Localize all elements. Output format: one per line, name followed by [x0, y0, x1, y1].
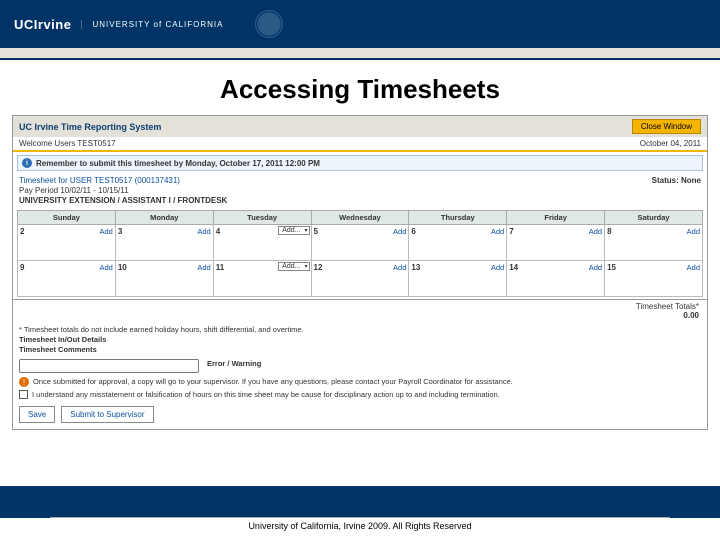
calendar-cell[interactable]: 10 Add [115, 261, 213, 297]
disclaimer-row: ! Once submitted for approval, a copy wi… [13, 375, 707, 389]
day-number: 5 [314, 227, 318, 236]
add-hours-link[interactable]: Add [491, 263, 504, 272]
day-number: 14 [509, 263, 518, 272]
seal-icon [239, 0, 299, 48]
add-hours-link[interactable]: Add [393, 263, 406, 272]
add-hours-dropdown[interactable]: Add... [278, 262, 309, 271]
day-number: 2 [20, 227, 24, 236]
comments-label: Timesheet Comments [19, 345, 701, 354]
add-hours-link[interactable]: Add [589, 263, 602, 272]
calendar-cell[interactable]: 12 Add [311, 261, 409, 297]
calendar-cell[interactable]: 8 Add [605, 225, 703, 261]
comments-select[interactable] [19, 359, 199, 373]
day-header: Friday [507, 211, 605, 225]
day-header: Tuesday [213, 211, 311, 225]
add-hours-link[interactable]: Add [197, 263, 210, 272]
totals-value: 0.00 [683, 311, 699, 320]
add-hours-link[interactable]: Add [687, 227, 700, 236]
current-date: October 04, 2011 [640, 139, 701, 148]
day-number: 15 [607, 263, 616, 272]
day-number: 6 [411, 227, 415, 236]
add-hours-link[interactable]: Add [491, 227, 504, 236]
brand-sub: UNIVERSITY of CALIFORNIA [81, 20, 223, 29]
calendar-cell[interactable]: 14 Add [507, 261, 605, 297]
inout-details-label: Timesheet In/Out Details [19, 335, 701, 344]
day-header: Wednesday [311, 211, 409, 225]
close-window-button[interactable]: Close Window [632, 119, 701, 134]
timesheet-for-link[interactable]: Timesheet for USER TEST0517 (000137431) [19, 176, 180, 185]
save-button[interactable]: Save [19, 406, 55, 423]
trs-system-name: UC Irvine Time Reporting System [19, 122, 161, 132]
day-number: 3 [118, 227, 122, 236]
warning-icon: ! [19, 377, 29, 387]
welcome-bar: Welcome Users TEST0517 October 04, 2011 [13, 137, 707, 152]
calendar-cell[interactable]: 11 Add... [213, 261, 311, 297]
calendar-cell[interactable]: 13 Add [409, 261, 507, 297]
day-number: 8 [607, 227, 611, 236]
day-header: Monday [115, 211, 213, 225]
add-hours-link[interactable]: Add [393, 227, 406, 236]
calendar-grid: SundayMondayTuesdayWednesdayThursdayFrid… [17, 210, 703, 297]
day-number: 13 [411, 263, 420, 272]
pay-period: Pay Period 10/02/11 - 10/15/11 [19, 186, 227, 195]
calendar-cell[interactable]: 3 Add [115, 225, 213, 261]
totals-footnote: * Timesheet totals do not include earned… [19, 325, 701, 334]
reminder-text: Remember to submit this timesheet by Mon… [36, 159, 320, 168]
calendar-cell[interactable]: 6 Add [409, 225, 507, 261]
error-warning-header: Error / Warning [207, 359, 261, 368]
info-icon: i [22, 158, 32, 168]
calendar-cell[interactable]: 5 Add [311, 225, 409, 261]
reminder-banner: i Remember to submit this timesheet by M… [17, 155, 703, 171]
status-label: Status: [652, 176, 679, 185]
day-number: 11 [216, 263, 224, 272]
day-number: 9 [20, 263, 24, 272]
trs-header: UC Irvine Time Reporting System Close Wi… [13, 116, 707, 137]
trs-screenshot: UC Irvine Time Reporting System Close Wi… [12, 115, 708, 430]
welcome-user: Welcome Users TEST0517 [19, 139, 116, 148]
submit-button[interactable]: Submit to Supervisor [61, 406, 153, 423]
add-hours-dropdown[interactable]: Add... [278, 226, 309, 235]
bottom-blue-band [0, 486, 720, 518]
day-number: 4 [216, 227, 220, 236]
add-hours-link[interactable]: Add [687, 263, 700, 272]
timesheet-totals: Timesheet Totals* 0.00 [13, 299, 707, 322]
comments-row: Error / Warning [13, 357, 707, 375]
ack-checkbox[interactable] [19, 390, 28, 399]
acknowledgement-row: I understand any misstatement or falsifi… [13, 389, 707, 400]
add-hours-link[interactable]: Add [589, 227, 602, 236]
calendar-cell[interactable]: 7 Add [507, 225, 605, 261]
brand-logo: UCIrvine [14, 17, 71, 32]
action-buttons: Save Submit to Supervisor [13, 400, 707, 429]
brand-underline [0, 48, 720, 60]
timesheet-meta: Timesheet for USER TEST0517 (000137431) … [13, 174, 707, 208]
slide-footer: University of California, Irvine 2009. A… [50, 517, 670, 534]
brand-bar: UCIrvine UNIVERSITY of CALIFORNIA [0, 0, 720, 48]
calendar-cell[interactable]: 2 Add [18, 225, 116, 261]
calendar-cell[interactable]: 9 Add [18, 261, 116, 297]
totals-label: Timesheet Totals* [636, 302, 699, 311]
day-number: 10 [118, 263, 127, 272]
status-value: None [681, 176, 701, 185]
add-hours-link[interactable]: Add [197, 227, 210, 236]
disclaimer-text: Once submitted for approval, a copy will… [33, 377, 513, 386]
day-header: Sunday [18, 211, 116, 225]
add-hours-link[interactable]: Add [99, 263, 112, 272]
day-number: 12 [314, 263, 323, 272]
dept-role: UNIVERSITY EXTENSION / ASSISTANT I / FRO… [19, 196, 227, 205]
calendar-cell[interactable]: 15 Add [605, 261, 703, 297]
add-hours-link[interactable]: Add [99, 227, 112, 236]
calendar-cell[interactable]: 4 Add... [213, 225, 311, 261]
day-header: Saturday [605, 211, 703, 225]
day-header: Thursday [409, 211, 507, 225]
day-number: 7 [509, 227, 513, 236]
ack-text: I understand any misstatement or falsifi… [32, 390, 500, 399]
slide-title: Accessing Timesheets [0, 74, 720, 105]
